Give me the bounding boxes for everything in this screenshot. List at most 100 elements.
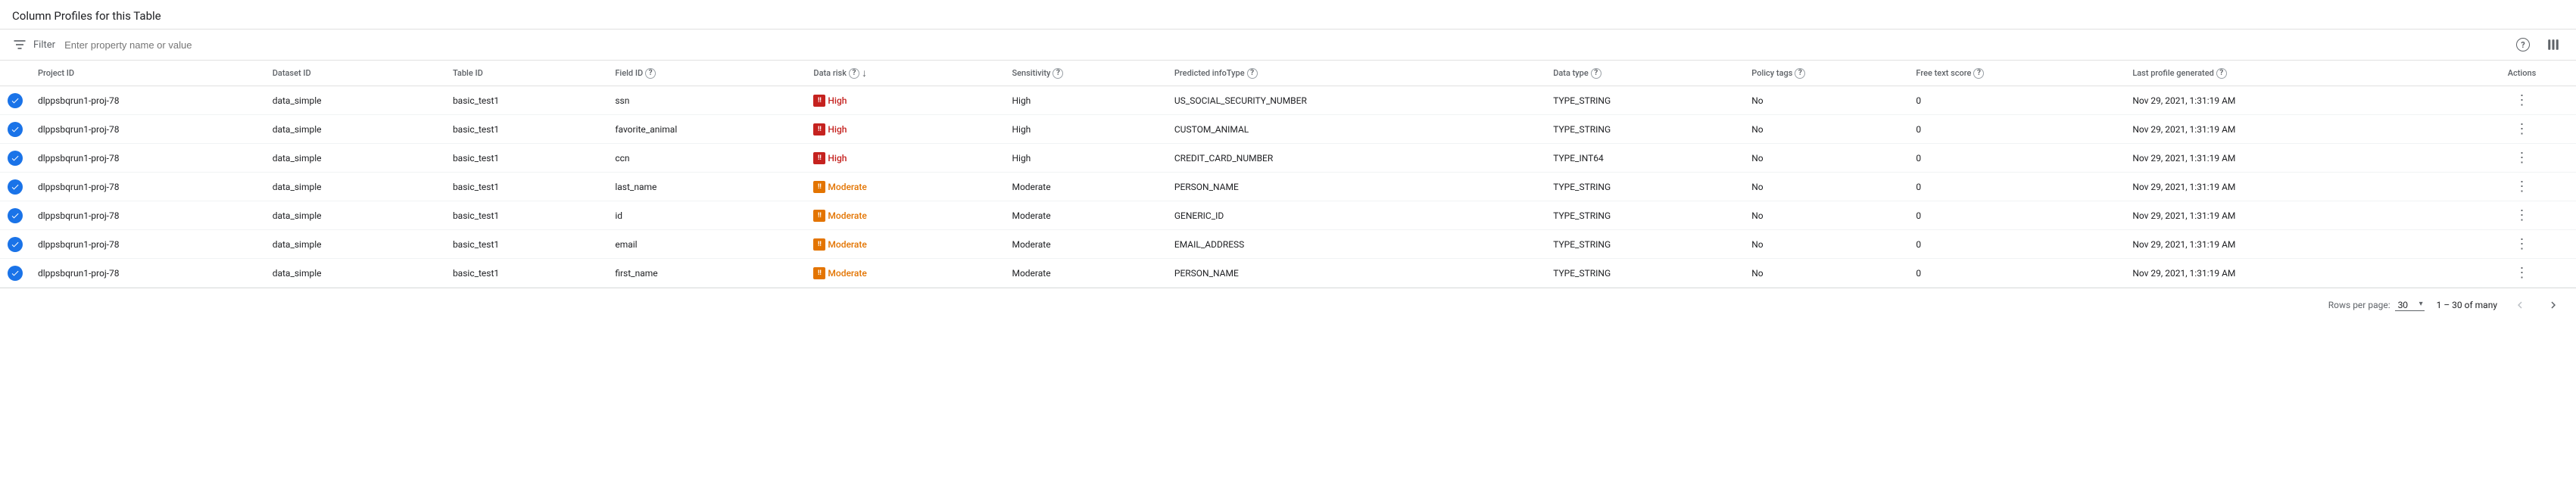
row-check <box>0 201 30 230</box>
th-table-id: Table ID <box>445 61 607 86</box>
row-dataset-id: data_simple <box>265 86 445 115</box>
row-sensitivity: Moderate <box>1004 173 1166 201</box>
row-table-id: basic_test1 <box>445 86 607 115</box>
row-data-risk: !! High <box>806 144 1004 173</box>
filter-label: Filter <box>33 39 55 51</box>
row-actions: ⋮ <box>2468 259 2576 288</box>
row-actions: ⋮ <box>2468 115 2576 144</box>
row-actions-menu-icon[interactable]: ⋮ <box>2475 92 2568 108</box>
row-table-id: basic_test1 <box>445 259 607 288</box>
th-sensitivity: Sensitivity ? <box>1004 61 1166 86</box>
row-predicted-info-type: CREDIT_CARD_NUMBER <box>1167 144 1545 173</box>
predicted-help-icon[interactable]: ? <box>1247 68 1258 79</box>
table-row: dlppsbqrun1-proj-78 data_simple basic_te… <box>0 115 2576 144</box>
row-predicted-info-type: CUSTOM_ANIMAL <box>1167 115 1545 144</box>
row-sensitivity: High <box>1004 115 1166 144</box>
field-id-help-icon[interactable]: ? <box>645 68 656 79</box>
th-dataset-id: Dataset ID <box>265 61 445 86</box>
row-sensitivity: Moderate <box>1004 259 1166 288</box>
table-row: dlppsbqrun1-proj-78 data_simple basic_te… <box>0 144 2576 173</box>
moderate-risk-icon: !! <box>813 210 825 222</box>
row-data-risk: !! Moderate <box>806 173 1004 201</box>
row-last-profile: Nov 29, 2021, 1:31:19 AM <box>2125 230 2468 259</box>
th-field-id: Field ID ? <box>607 61 806 86</box>
high-risk-icon: !! <box>813 95 825 107</box>
row-policy-tags: No <box>1744 259 1908 288</box>
row-policy-tags: No <box>1744 201 1908 230</box>
sensitivity-help-icon[interactable]: ? <box>1053 68 1063 79</box>
columns-icon[interactable] <box>2543 34 2564 55</box>
status-check-icon <box>8 93 23 108</box>
row-predicted-info-type: PERSON_NAME <box>1167 173 1545 201</box>
row-field-id: id <box>607 201 806 230</box>
high-risk-icon: !! <box>813 152 825 164</box>
row-last-profile: Nov 29, 2021, 1:31:19 AM <box>2125 259 2468 288</box>
status-check-icon <box>8 179 23 195</box>
row-actions: ⋮ <box>2468 201 2576 230</box>
row-actions: ⋮ <box>2468 173 2576 201</box>
row-actions-menu-icon[interactable]: ⋮ <box>2475 265 2568 281</box>
row-project-id: dlppsbqrun1-proj-78 <box>30 201 265 230</box>
row-field-id: ccn <box>607 144 806 173</box>
row-check <box>0 259 30 288</box>
high-risk-icon: !! <box>813 123 825 135</box>
policy-tags-help-icon[interactable]: ? <box>1795 68 1805 79</box>
row-predicted-info-type: US_SOCIAL_SECURITY_NUMBER <box>1167 86 1545 115</box>
row-policy-tags: No <box>1744 115 1908 144</box>
row-actions-menu-icon[interactable]: ⋮ <box>2475 236 2568 252</box>
row-field-id: favorite_animal <box>607 115 806 144</box>
row-actions-menu-icon[interactable]: ⋮ <box>2475 150 2568 166</box>
row-data-type: TYPE_STRING <box>1545 201 1744 230</box>
row-table-id: basic_test1 <box>445 144 607 173</box>
row-table-id: basic_test1 <box>445 115 607 144</box>
last-profile-help-icon[interactable]: ? <box>2216 68 2227 79</box>
moderate-risk-icon: !! <box>813 267 825 279</box>
row-last-profile: Nov 29, 2021, 1:31:19 AM <box>2125 144 2468 173</box>
row-policy-tags: No <box>1744 86 1908 115</box>
row-project-id: dlppsbqrun1-proj-78 <box>30 115 265 144</box>
row-dataset-id: data_simple <box>265 144 445 173</box>
rows-per-page-select[interactable]: 30 50 100 <box>2395 300 2425 311</box>
row-last-profile: Nov 29, 2021, 1:31:19 AM <box>2125 173 2468 201</box>
row-actions-menu-icon[interactable]: ⋮ <box>2475 121 2568 137</box>
row-check <box>0 115 30 144</box>
row-data-type: TYPE_STRING <box>1545 230 1744 259</box>
row-check <box>0 230 30 259</box>
row-data-type: TYPE_STRING <box>1545 259 1744 288</box>
row-field-id: ssn <box>607 86 806 115</box>
row-free-text-score: 0 <box>1908 115 2125 144</box>
help-icon[interactable]: ? <box>2512 34 2534 55</box>
row-check <box>0 173 30 201</box>
data-type-help-icon[interactable]: ? <box>1591 68 1601 79</box>
table-row: dlppsbqrun1-proj-78 data_simple basic_te… <box>0 201 2576 230</box>
filter-input[interactable] <box>64 39 2506 51</box>
row-dataset-id: data_simple <box>265 173 445 201</box>
th-last-profile: Last profile generated ? <box>2125 61 2468 86</box>
row-dataset-id: data_simple <box>265 201 445 230</box>
data-risk-help-icon[interactable]: ? <box>849 68 859 79</box>
th-policy-tags: Policy tags ? <box>1744 61 1908 86</box>
free-text-help-icon[interactable]: ? <box>1973 68 1984 79</box>
row-actions: ⋮ <box>2468 230 2576 259</box>
row-free-text-score: 0 <box>1908 230 2125 259</box>
table-row: dlppsbqrun1-proj-78 data_simple basic_te… <box>0 259 2576 288</box>
th-free-text-score: Free text score ? <box>1908 61 2125 86</box>
th-actions: Actions <box>2468 61 2576 86</box>
filter-icon[interactable] <box>12 37 27 52</box>
row-dataset-id: data_simple <box>265 115 445 144</box>
row-actions-menu-icon[interactable]: ⋮ <box>2475 207 2568 223</box>
row-project-id: dlppsbqrun1-proj-78 <box>30 259 265 288</box>
table-row: dlppsbqrun1-proj-78 data_simple basic_te… <box>0 173 2576 201</box>
row-data-risk: !! High <box>806 115 1004 144</box>
table-row: dlppsbqrun1-proj-78 data_simple basic_te… <box>0 230 2576 259</box>
data-risk-sort-icon[interactable]: ↓ <box>862 67 867 79</box>
row-free-text-score: 0 <box>1908 86 2125 115</box>
row-field-id: first_name <box>607 259 806 288</box>
prev-page-button[interactable] <box>2509 294 2531 316</box>
status-check-icon <box>8 208 23 223</box>
row-free-text-score: 0 <box>1908 201 2125 230</box>
next-page-button[interactable] <box>2543 294 2564 316</box>
row-actions-menu-icon[interactable]: ⋮ <box>2475 179 2568 195</box>
row-last-profile: Nov 29, 2021, 1:31:19 AM <box>2125 201 2468 230</box>
row-policy-tags: No <box>1744 230 1908 259</box>
